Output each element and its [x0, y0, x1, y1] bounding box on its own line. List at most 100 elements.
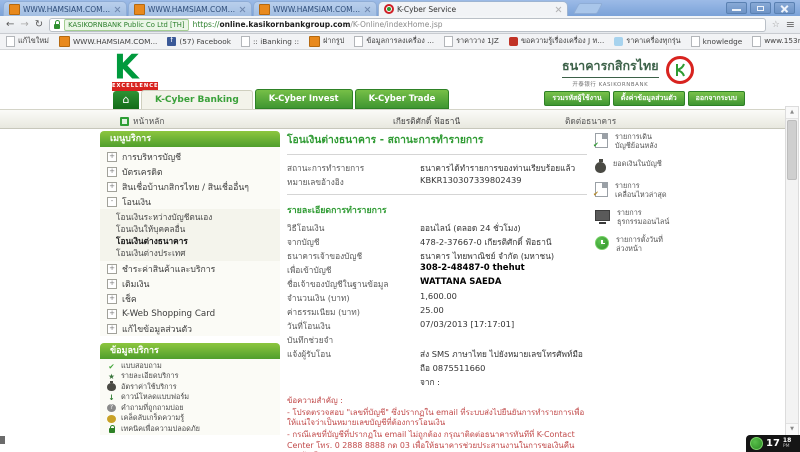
important-line: - กรณีเลขที่บัญชีที่ปรากฏใน email ไม่ถูก…: [287, 430, 575, 452]
page-scrollbar[interactable]: ▲ ▼: [785, 106, 799, 436]
detail-row: ธนาคารเจ้าของบัญชี ธนาคาร ไทยพาณิชย์ จำกั…: [287, 249, 587, 263]
bookmark-item[interactable]: WWW.HAMSIAM.COM...: [58, 36, 158, 47]
expand-icon[interactable]: +: [107, 181, 117, 192]
menu-item-label: เช็ค: [122, 294, 137, 305]
tab-close-icon[interactable]: [555, 6, 562, 13]
scrollbar-thumb[interactable]: [787, 120, 797, 180]
close-window-button[interactable]: [774, 2, 795, 14]
bookmark-star-icon[interactable]: ☆: [772, 20, 780, 30]
sub-header-bar: หน้าหลัก เกียรติศักดิ์ ฟ้อธานี ติดต่อธนา…: [0, 109, 787, 129]
quick-link-label: ยอดเงินในบัญชี: [613, 158, 662, 168]
quick-link-label: รายการเดิน บัญชีย้อนหลัง: [615, 132, 658, 151]
sidebar-submenu-item[interactable]: โอนเงินต่างประเทศ: [100, 247, 280, 259]
expand-icon[interactable]: +: [107, 293, 117, 304]
sidebar-menu-item[interactable]: + ชำระค่าสินค้าและบริการ: [100, 261, 280, 276]
bookmark-item[interactable]: ขอความรู้เรื่องเครื่อง J ท...: [508, 36, 604, 47]
sidebar-info-item[interactable]: ✔ แบบสอบถาม: [100, 361, 280, 372]
sidebar-menu-item[interactable]: + เติมเงิน: [100, 276, 280, 291]
bookmark-label: ข้อมูลการลงเครื่อง ...: [366, 36, 435, 45]
desktop-clock: 17 18 PM: [746, 435, 800, 452]
red-icon: [508, 37, 518, 46]
sidebar-menu-item[interactable]: + สินเชื่อบ้านกสิกรไทย / สินเชื่ออื่นๆ: [100, 179, 280, 194]
quick-link[interactable]: ยอดเงินในบัญชี: [595, 158, 713, 173]
quick-link[interactable]: รายการเคลื่อนไหวล่าสุด: [593, 181, 713, 200]
nav-tab[interactable]: K-Cyber Trade: [354, 89, 450, 109]
detail-row: จำนวนเงิน (บาท) 1,600.00: [287, 291, 587, 305]
value-line: ธนาคาร ไทยพาณิชย์ จำกัด (มหาชน): [420, 251, 555, 261]
contact-bank-link[interactable]: ติดต่อธนาคาร: [565, 114, 616, 128]
scroll-down-icon[interactable]: ▼: [786, 423, 798, 435]
browser-tab[interactable]: WWW.HAMSIAM.COM # N...: [253, 1, 377, 16]
browser-tab[interactable]: K-Cyber Service: [378, 1, 568, 16]
sidebar-menu-item[interactable]: - โอนเงิน: [100, 194, 280, 209]
nav-tab[interactable]: K-Cyber Invest: [254, 89, 353, 109]
sidebar-info-item[interactable]: ★ รายละเอียดบริการ: [100, 371, 280, 383]
sidebar-menu-item[interactable]: + เช็ค: [100, 291, 280, 306]
refresh-icon[interactable]: ↻: [35, 19, 43, 30]
quick-link[interactable]: รายการ ธุรกรรมออนไลน์: [595, 208, 713, 227]
tab-close-icon[interactable]: [114, 6, 121, 13]
quick-link[interactable]: รายการตั้งวันที่ ล่วงหน้า: [595, 235, 713, 254]
sidebar-submenu-item[interactable]: โอนเงินต่างธนาคาร: [100, 235, 280, 247]
value-line: 1,600.00: [420, 291, 457, 301]
bookmark-item[interactable]: www.153rt.com - หน้า...: [752, 36, 800, 47]
expand-icon[interactable]: +: [107, 308, 117, 319]
sidebar-submenu-item[interactable]: โอนเงินระหว่างบัญชีตนเอง: [100, 211, 280, 223]
session-button[interactable]: ออกจากระบบ: [687, 91, 745, 106]
bookmark-item[interactable]: knowledge: [690, 36, 742, 47]
browser-tab[interactable]: WWW.HAMSIAM.COM # N...: [3, 1, 127, 16]
sidebar-menu-item[interactable]: + การบริหารบัญชี: [100, 149, 280, 164]
home-tab[interactable]: ⌂: [113, 91, 139, 109]
back-icon[interactable]: ←: [6, 19, 14, 30]
forward-icon[interactable]: →: [20, 19, 28, 30]
sidebar-submenu-item[interactable]: โอนเงินให้บุคคลอื่น: [100, 223, 280, 235]
info-item-label: อัตราค่าใช้บริการ: [121, 381, 177, 391]
expand-icon[interactable]: +: [107, 151, 117, 162]
nav-tab[interactable]: K-Cyber Banking: [141, 90, 253, 109]
clock-icon: [595, 235, 609, 250]
row-value: KBKR130307339802439: [420, 175, 522, 185]
browser-menu-icon[interactable]: ≡: [786, 18, 795, 31]
tab-close-icon[interactable]: [239, 6, 246, 13]
sidebar: เมนูบริการ + การบริหารบัญชี + บัตรเครดิต + สิ…: [100, 131, 280, 435]
tab-title: WWW.HAMSIAM.COM # N...: [273, 4, 361, 14]
sidebar-menu-item[interactable]: + แก้ไขข้อมูลส่วนตัว: [100, 321, 280, 336]
expand-icon[interactable]: -: [107, 196, 117, 207]
bookmark-item[interactable]: (57) Facebook: [167, 36, 231, 46]
bookmark-item[interactable]: ราคาเครื่องทุกรุ่น: [614, 36, 681, 47]
ssl-padlock-icon: [54, 20, 61, 29]
quick-link[interactable]: รายการเดินบัญชีย้อนหลัง: [593, 132, 713, 151]
ev-cert-badge[interactable]: KASIKORNBANK Public Co Ltd [TH]: [64, 18, 189, 31]
bookmark-item[interactable]: แก้ไขใหม่: [6, 36, 49, 47]
sidebar-info-item[interactable]: ↓ ดาวน์โหลดแบบฟอร์ม: [100, 392, 280, 404]
session-button[interactable]: รวมรหัสผู้ใช้งาน: [544, 91, 610, 106]
sidebar-info-item[interactable]: เทคนิคเพื่อความปลอดภัย: [100, 424, 280, 435]
bookmark-item[interactable]: ข้อมูลการลงเครื่อง ...: [354, 36, 434, 47]
sidebar-menu-item[interactable]: + K-Web Shopping Card: [100, 306, 280, 321]
expand-icon[interactable]: +: [107, 278, 117, 289]
browser-titlebar: WWW.HAMSIAM.COM # N... WWW.HAMSIAM.COM # …: [0, 0, 800, 16]
hamsiam-favicon-icon: [9, 3, 20, 15]
new-tab-button[interactable]: [573, 3, 603, 14]
row-value: 1,600.00: [420, 291, 457, 301]
main-page-link[interactable]: หน้าหลัก: [120, 114, 164, 128]
browser-tab[interactable]: WWW.HAMSIAM.COM # N...: [128, 1, 252, 16]
bookmark-item[interactable]: :: iBanking ::: [240, 36, 299, 47]
minimize-button[interactable]: [726, 2, 747, 14]
sidebar-info-item[interactable]: อัตราค่าใช้บริการ: [100, 381, 280, 393]
session-button[interactable]: ตั้งค่าข้อมูลส่วนตัว: [612, 91, 685, 106]
bookmark-item[interactable]: ฝากรูป: [309, 36, 344, 47]
detail-row: บันทึกช่วยจำ: [287, 333, 587, 347]
bookmark-label: WWW.HAMSIAM.COM...: [72, 37, 158, 46]
expand-icon[interactable]: +: [107, 166, 117, 177]
bookmark-item[interactable]: ราคาวาง 1JZ: [444, 36, 499, 47]
sidebar-info-item[interactable]: ? คำถามที่ถูกถามบ่อย: [100, 403, 280, 414]
sidebar-menu-item[interactable]: + บัตรเครดิต: [100, 164, 280, 179]
expand-icon[interactable]: +: [107, 263, 117, 274]
tab-close-icon[interactable]: [364, 6, 371, 13]
address-bar[interactable]: KASIKORNBANK Public Co Ltd [TH] https://…: [49, 17, 766, 32]
scroll-up-icon[interactable]: ▲: [786, 107, 798, 119]
sidebar-info-item[interactable]: เคล็ดลับเกร็ดความรู้: [100, 413, 280, 425]
expand-icon[interactable]: +: [107, 323, 117, 334]
restore-button[interactable]: [750, 2, 771, 14]
